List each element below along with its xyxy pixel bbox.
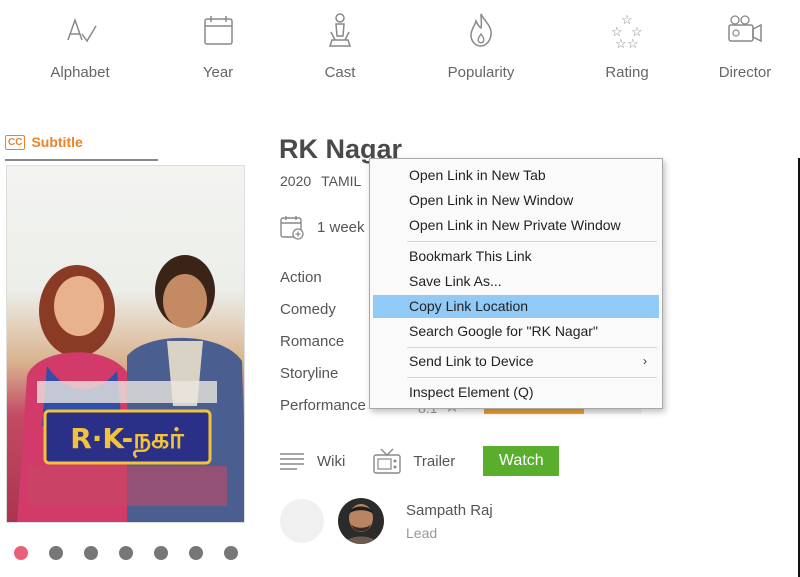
cast-icon bbox=[328, 13, 352, 47]
genre-item[interactable]: Comedy bbox=[280, 300, 366, 332]
category-nav: Alphabet Year Cast Popularity ☆ ☆ ☆ ☆ ☆ … bbox=[0, 0, 800, 100]
subtitle-label: Subtitle bbox=[31, 134, 83, 150]
cast-row: Sampath Raj Lead bbox=[280, 498, 493, 544]
genre-item[interactable]: Romance bbox=[280, 332, 366, 364]
menu-open-new-tab[interactable]: Open Link in New Tab bbox=[373, 164, 659, 187]
calendar-add-icon bbox=[280, 216, 304, 240]
avatar-placeholder[interactable] bbox=[280, 499, 324, 543]
subtitle-tab[interactable]: CC Subtitle bbox=[5, 134, 83, 150]
movie-year: 2020 bbox=[280, 173, 312, 189]
tab-underline bbox=[5, 159, 158, 161]
tv-icon bbox=[373, 448, 402, 474]
carousel-dot[interactable] bbox=[119, 546, 133, 560]
cast-info: Sampath Raj Lead bbox=[406, 502, 493, 541]
menu-inspect-element[interactable]: Inspect Element (Q) bbox=[373, 381, 659, 404]
nav-label: Rating bbox=[605, 64, 649, 81]
genre-list: Action Comedy Romance Storyline Performance bbox=[280, 268, 366, 428]
alphabet-icon bbox=[67, 17, 97, 43]
svg-text:☆: ☆ bbox=[627, 36, 639, 50]
cc-icon: CC bbox=[5, 134, 26, 150]
nav-alphabet[interactable]: Alphabet bbox=[25, 10, 135, 81]
nav-label: Popularity bbox=[447, 64, 515, 81]
menu-send-to-device-label: Send Link to Device bbox=[409, 353, 534, 369]
menu-bookmark-link[interactable]: Bookmark This Link bbox=[373, 245, 659, 268]
list-icon bbox=[280, 453, 304, 470]
carousel-dot[interactable] bbox=[189, 546, 203, 560]
nav-year[interactable]: Year bbox=[163, 10, 273, 81]
genre-item[interactable]: Storyline bbox=[280, 364, 366, 396]
menu-send-to-device[interactable]: Send Link to Device › bbox=[373, 350, 659, 373]
menu-open-private-window[interactable]: Open Link in New Private Window bbox=[373, 214, 659, 237]
menu-save-link-as[interactable]: Save Link As... bbox=[373, 270, 659, 293]
menu-copy-link-location[interactable]: Copy Link Location bbox=[373, 295, 659, 318]
menu-separator bbox=[407, 347, 657, 348]
release-text: 1 week bbox=[317, 218, 365, 236]
calendar-icon bbox=[204, 16, 233, 45]
cast-name[interactable]: Sampath Raj bbox=[406, 502, 493, 519]
genre-item[interactable]: Performance bbox=[280, 396, 366, 428]
flame-icon bbox=[470, 13, 492, 47]
poster-carousel-dots bbox=[14, 546, 238, 560]
genre-item[interactable]: Action bbox=[280, 268, 366, 300]
nav-label: Cast bbox=[324, 64, 356, 81]
release-info: 1 week bbox=[279, 214, 365, 240]
wiki-label: Wiki bbox=[317, 452, 346, 470]
cast-photo bbox=[338, 498, 384, 544]
stars-icon: ☆ ☆ ☆ ☆ ☆ bbox=[611, 12, 643, 50]
movie-meta: 2020 TAMIL bbox=[280, 173, 361, 189]
carousel-dot[interactable] bbox=[14, 546, 28, 560]
carousel-dot[interactable] bbox=[84, 546, 98, 560]
menu-open-new-window[interactable]: Open Link in New Window bbox=[373, 189, 659, 212]
carousel-dot[interactable] bbox=[49, 546, 63, 560]
movie-language: TAMIL bbox=[321, 173, 362, 189]
cast-role: Lead bbox=[406, 524, 438, 541]
carousel-dot[interactable] bbox=[224, 546, 238, 560]
submenu-arrow-icon: › bbox=[643, 354, 647, 368]
poster-title-art: R·K-நகர் bbox=[70, 422, 184, 458]
menu-separator bbox=[407, 241, 657, 242]
camera-icon bbox=[728, 15, 762, 43]
nav-label: Year bbox=[202, 64, 234, 81]
movie-poster[interactable]: R·K-நகர் bbox=[6, 165, 245, 523]
carousel-dot[interactable] bbox=[154, 546, 168, 560]
nav-director[interactable]: Director bbox=[690, 10, 800, 81]
trailer-label: Trailer bbox=[413, 452, 456, 470]
menu-search-google[interactable]: Search Google for "RK Nagar" bbox=[373, 320, 659, 343]
wiki-link[interactable]: Wiki bbox=[279, 451, 345, 471]
nav-rating[interactable]: ☆ ☆ ☆ ☆ ☆ Rating bbox=[572, 10, 682, 81]
nav-label: Director bbox=[718, 64, 772, 81]
movie-actions: Wiki Trailer Watch bbox=[279, 446, 560, 476]
avatar[interactable] bbox=[338, 498, 384, 544]
poster-artwork: R·K-நகர் bbox=[17, 255, 244, 522]
nav-popularity[interactable]: Popularity bbox=[426, 10, 536, 81]
nav-cast[interactable]: Cast bbox=[285, 10, 395, 81]
watch-button[interactable]: Watch bbox=[483, 446, 560, 476]
nav-label: Alphabet bbox=[50, 64, 110, 81]
menu-separator bbox=[407, 377, 657, 378]
context-menu: Open Link in New Tab Open Link in New Wi… bbox=[369, 158, 663, 409]
trailer-link[interactable]: Trailer bbox=[373, 448, 455, 474]
svg-text:☆: ☆ bbox=[615, 36, 627, 50]
